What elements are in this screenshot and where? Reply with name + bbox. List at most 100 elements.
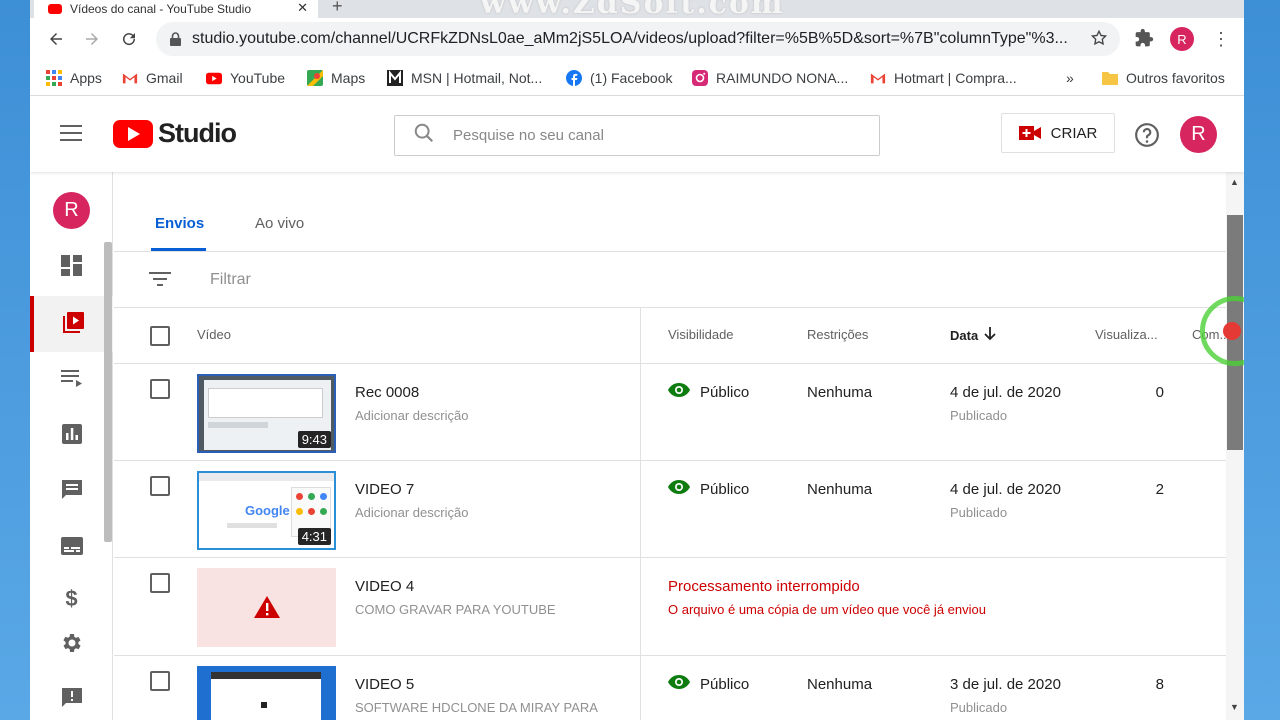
video-title[interactable]: VIDEO 4 (355, 578, 414, 595)
video-thumbnail[interactable]: 9:43 (197, 374, 336, 453)
instagram-icon (692, 70, 708, 86)
create-video-icon (1018, 125, 1041, 141)
bookmark-label: Gmail (146, 70, 183, 86)
content-tabs: Envios Ao vivo (114, 172, 1226, 252)
row-checkbox[interactable] (150, 671, 170, 691)
views-cell: 8 (1155, 676, 1164, 693)
bookmark-hotmart[interactable]: Hotmart | Compra... (870, 60, 1017, 96)
apps-grid-icon (46, 70, 62, 86)
video-thumbnail-error[interactable] (197, 568, 336, 647)
visibility-label: Público (700, 480, 750, 498)
column-restrictions[interactable]: Restrições (807, 327, 868, 342)
tab-close-icon[interactable]: ✕ (297, 0, 308, 16)
bookmark-star-icon[interactable] (1090, 29, 1108, 52)
scroll-up-arrow-icon[interactable]: ▲ (1230, 177, 1239, 187)
help-icon[interactable] (1134, 122, 1160, 153)
address-bar[interactable]: studio.youtube.com/channel/UCRFkZDNsL0ae… (156, 22, 1120, 56)
video-library-icon (62, 310, 86, 339)
column-date[interactable]: Data (950, 327, 996, 344)
sidebar-item-subtitles[interactable] (30, 520, 113, 576)
filter-bar[interactable]: Filtrar (114, 252, 1226, 308)
sidebar-item-content[interactable] (30, 296, 113, 352)
visibility-cell[interactable]: Público (668, 480, 749, 498)
bookmark-apps[interactable]: Apps (46, 60, 102, 96)
bookmark-maps[interactable]: Maps (307, 60, 365, 96)
sidebar-scrollbar[interactable] (104, 242, 112, 542)
video-thumbnail[interactable]: Google 4:31 (197, 471, 336, 550)
video-title[interactable]: Rec 0008 (355, 384, 419, 401)
sidebar-item-comments[interactable] (30, 464, 113, 520)
video-description[interactable]: COMO GRAVAR PARA YOUTUBE (355, 602, 556, 617)
sidebar-item-settings[interactable] (30, 617, 113, 673)
column-video: Vídeo (197, 327, 231, 342)
table-row[interactable]: 9:43 Rec 0008 Adicionar descrição Públic… (114, 364, 1226, 461)
date-cell: 4 de jul. de 2020 (950, 384, 1061, 401)
row-checkbox[interactable] (150, 476, 170, 496)
bookmark-label: YouTube (230, 70, 286, 86)
tab-strip: Vídeos do canal - YouTube Studio ✕ + www… (30, 0, 1244, 21)
video-thumbnail[interactable] (197, 666, 336, 720)
chrome-profile-avatar[interactable]: R (1170, 27, 1194, 51)
bookmark-label: Maps (331, 70, 366, 86)
bookmark-label: Apps (70, 70, 102, 86)
dollar-icon: $ (65, 586, 78, 611)
table-row[interactable]: VIDEO 5 SOFTWARE HDCLONE DA MIRAY PARA P… (114, 656, 1226, 720)
row-checkbox[interactable] (150, 573, 170, 593)
column-visibility[interactable]: Visibilidade (668, 327, 734, 342)
date-cell: 4 de jul. de 2020 (950, 481, 1061, 498)
thumbnail-dialog (208, 388, 323, 418)
bookmark-msn[interactable]: MSN | Hotmail, Not... (387, 60, 542, 96)
forward-icon[interactable] (80, 27, 104, 51)
other-bookmarks-folder[interactable]: Outros favoritos (1102, 60, 1225, 96)
studio-logo[interactable]: Studio (113, 118, 237, 149)
sidebar-item-playlists[interactable] (30, 352, 113, 408)
sidebar-item-analytics[interactable] (30, 408, 113, 464)
visibility-cell[interactable]: Público (668, 383, 749, 401)
bookmark-instagram[interactable]: RAIMUNDO NONA... (692, 60, 848, 96)
video-title[interactable]: VIDEO 5 (355, 676, 414, 693)
bookmark-facebook[interactable]: (1) Facebook (566, 60, 672, 96)
search-icon (413, 122, 435, 149)
sidebar-item-dashboard[interactable] (30, 240, 113, 296)
sidebar-item-monetization[interactable]: $ (30, 572, 113, 612)
bookmark-gmail[interactable]: Gmail (122, 60, 183, 96)
eye-icon (668, 383, 690, 401)
analytics-icon (61, 423, 82, 449)
tab-uploads[interactable]: Envios (155, 215, 204, 232)
create-button-label: CRIAR (1050, 124, 1098, 142)
tab-live[interactable]: Ao vivo (255, 215, 304, 232)
video-title[interactable]: VIDEO 7 (355, 481, 414, 498)
channel-search-box[interactable] (394, 115, 880, 156)
video-description[interactable]: Adicionar descrição (355, 505, 468, 520)
feedback-icon (61, 687, 83, 714)
date-status: Publicado (950, 700, 1008, 715)
column-views[interactable]: Visualiza... (1095, 327, 1158, 342)
date-status: Publicado (950, 505, 1008, 520)
bookmark-youtube[interactable]: YouTube (206, 60, 285, 96)
extensions-puzzle-icon[interactable] (1134, 28, 1154, 53)
more-bookmarks-chevron-icon[interactable]: » (1066, 60, 1074, 96)
table-row[interactable]: VIDEO 4 COMO GRAVAR PARA YOUTUBE Process… (114, 558, 1226, 656)
search-input[interactable] (453, 127, 853, 144)
reload-icon[interactable] (117, 27, 141, 51)
account-avatar[interactable]: R (1180, 116, 1217, 153)
select-all-checkbox[interactable] (150, 326, 170, 346)
video-description[interactable]: Adicionar descrição (355, 408, 468, 423)
cursor-click-indicator (1223, 322, 1241, 340)
lock-icon (170, 32, 182, 46)
table-row[interactable]: Google 4:31 VIDEO 7 Adicionar descrição … (114, 461, 1226, 558)
sidebar-item-feedback[interactable] (30, 672, 113, 720)
back-icon[interactable] (44, 27, 68, 51)
create-button[interactable]: CRIAR (1001, 113, 1115, 153)
row-checkbox[interactable] (150, 379, 170, 399)
restrictions-cell: Nenhuma (807, 676, 873, 693)
channel-avatar[interactable]: R (53, 192, 90, 229)
visibility-cell[interactable]: Público (668, 675, 749, 693)
scroll-down-arrow-icon[interactable]: ▼ (1230, 702, 1239, 712)
filter-icon[interactable] (149, 271, 171, 292)
browser-tab[interactable]: Vídeos do canal - YouTube Studio ✕ (34, 0, 318, 18)
new-tab-icon[interactable]: + (332, 0, 343, 17)
video-description[interactable]: SOFTWARE HDCLONE DA MIRAY PARA (355, 700, 598, 715)
hamburger-menu-icon[interactable] (60, 124, 82, 147)
chrome-menu-icon[interactable]: ⋮ (1212, 27, 1230, 51)
